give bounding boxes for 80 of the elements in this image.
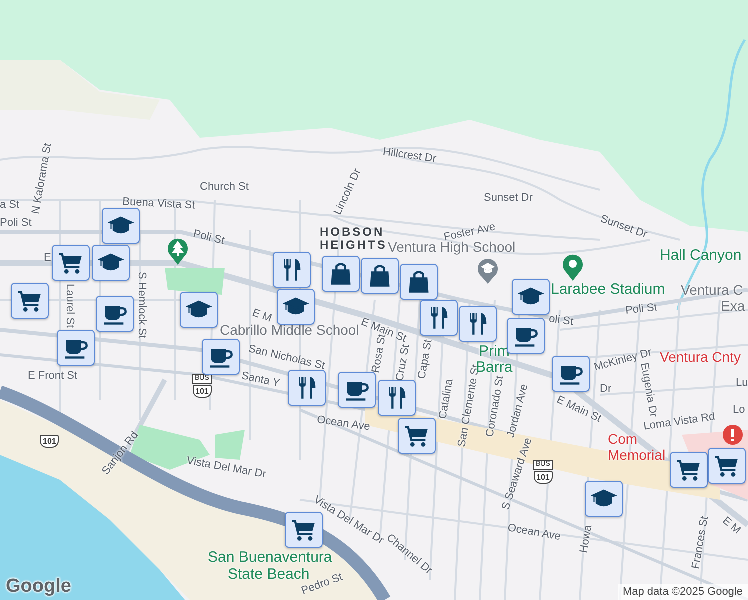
street-label: Lu (736, 377, 748, 389)
graduation-cap-icon (476, 257, 500, 285)
school-marker[interactable] (585, 481, 623, 517)
place-label: Cabrillo Middle School (220, 322, 360, 338)
shopping-marker[interactable] (361, 258, 399, 294)
street-label: San Nicholas St (247, 343, 326, 372)
street-label: Ocean Ave (316, 414, 372, 434)
cafe-marker[interactable] (57, 330, 95, 366)
street-label: Hillcrest Dr (382, 146, 438, 166)
neighborhood-label: HOBSON (320, 226, 385, 239)
street-label: oli St (548, 313, 574, 328)
street-label: Vista Del Mar Dr (186, 455, 268, 481)
place-label: San Buenaventura (208, 550, 332, 566)
school-marker[interactable] (180, 292, 218, 328)
street-label: Lo (733, 404, 746, 416)
google-logo: Google (6, 576, 72, 598)
cafe-marker[interactable] (202, 339, 240, 375)
street-label: E Main St (554, 394, 604, 426)
street-label: E Front St (28, 370, 78, 382)
street-label: Laurel St (64, 284, 76, 328)
street-label: Cruz St (394, 344, 412, 382)
place-label: Exa (721, 298, 746, 314)
street-label: Jordan Ave (505, 383, 531, 440)
park-area (215, 430, 245, 460)
tree-icon (166, 236, 190, 266)
park-area (165, 268, 225, 295)
street-label: Capa St (416, 338, 435, 380)
place-label: Ventura Cnty (660, 349, 741, 365)
school-marker[interactable] (92, 245, 130, 281)
street-label: Church St (200, 181, 249, 193)
attribution-text: Map data ©2025 Google (618, 584, 748, 600)
shopping-marker[interactable] (322, 256, 360, 292)
place-label: Hall Canyon (660, 248, 742, 264)
street-label: Dr (600, 383, 612, 395)
place-label: Ventura High School (388, 239, 516, 255)
restaurant-marker[interactable] (420, 300, 458, 336)
street-label: N Kalorama St (30, 142, 54, 216)
cafe-marker[interactable] (338, 372, 376, 408)
street-label: Poli St (192, 228, 226, 248)
street-label: Coronado St (484, 375, 507, 438)
street-label: S Hemlock St (136, 272, 148, 339)
grocery-marker[interactable] (398, 418, 436, 454)
street-label: Howa (578, 524, 595, 554)
grocery-marker[interactable] (670, 452, 708, 488)
grocery-marker[interactable] (52, 245, 90, 281)
cafe-marker[interactable] (507, 318, 545, 354)
street-label: Eugenia Dr (638, 362, 660, 418)
grocery-marker[interactable] (708, 448, 746, 484)
street-label: Ocean Ave (506, 522, 562, 544)
street-label: Frances St (690, 516, 712, 570)
restaurant-marker[interactable] (459, 306, 497, 342)
hospital-icon (722, 424, 744, 446)
place-label: Memorial (608, 447, 666, 463)
street-label: E M (250, 307, 274, 325)
street-label: Sunset Dr (484, 192, 533, 204)
place-label: Larabee Stadium (551, 282, 666, 298)
place-label: State Beach (228, 567, 310, 583)
cafe-marker[interactable] (552, 356, 590, 392)
shopping-marker[interactable] (400, 264, 438, 300)
place-label: Com (608, 431, 638, 447)
cafe-marker[interactable] (96, 296, 134, 332)
grocery-marker[interactable] (11, 283, 49, 319)
street-label: Buena Vista St (122, 196, 196, 212)
pin-icon (561, 252, 585, 282)
street-label: Poli St (0, 217, 32, 229)
school-marker[interactable] (277, 289, 315, 325)
restaurant-marker[interactable] (378, 380, 416, 416)
street-label: E M (720, 515, 743, 537)
street-label: Sunset Dr (598, 213, 649, 241)
route-shield: 101 (40, 435, 60, 448)
street-label: Poli St (625, 302, 658, 317)
street-label: Catalina (437, 378, 456, 420)
school-marker[interactable] (512, 279, 550, 315)
restaurant-marker[interactable] (273, 252, 311, 288)
street-label: a St (0, 199, 20, 211)
street-label: E (44, 252, 52, 264)
neighborhood-label: HEIGHTS (320, 239, 388, 252)
restaurant-marker[interactable] (288, 370, 326, 406)
street-label: Santa Y (240, 370, 282, 390)
school-marker[interactable] (102, 208, 140, 244)
